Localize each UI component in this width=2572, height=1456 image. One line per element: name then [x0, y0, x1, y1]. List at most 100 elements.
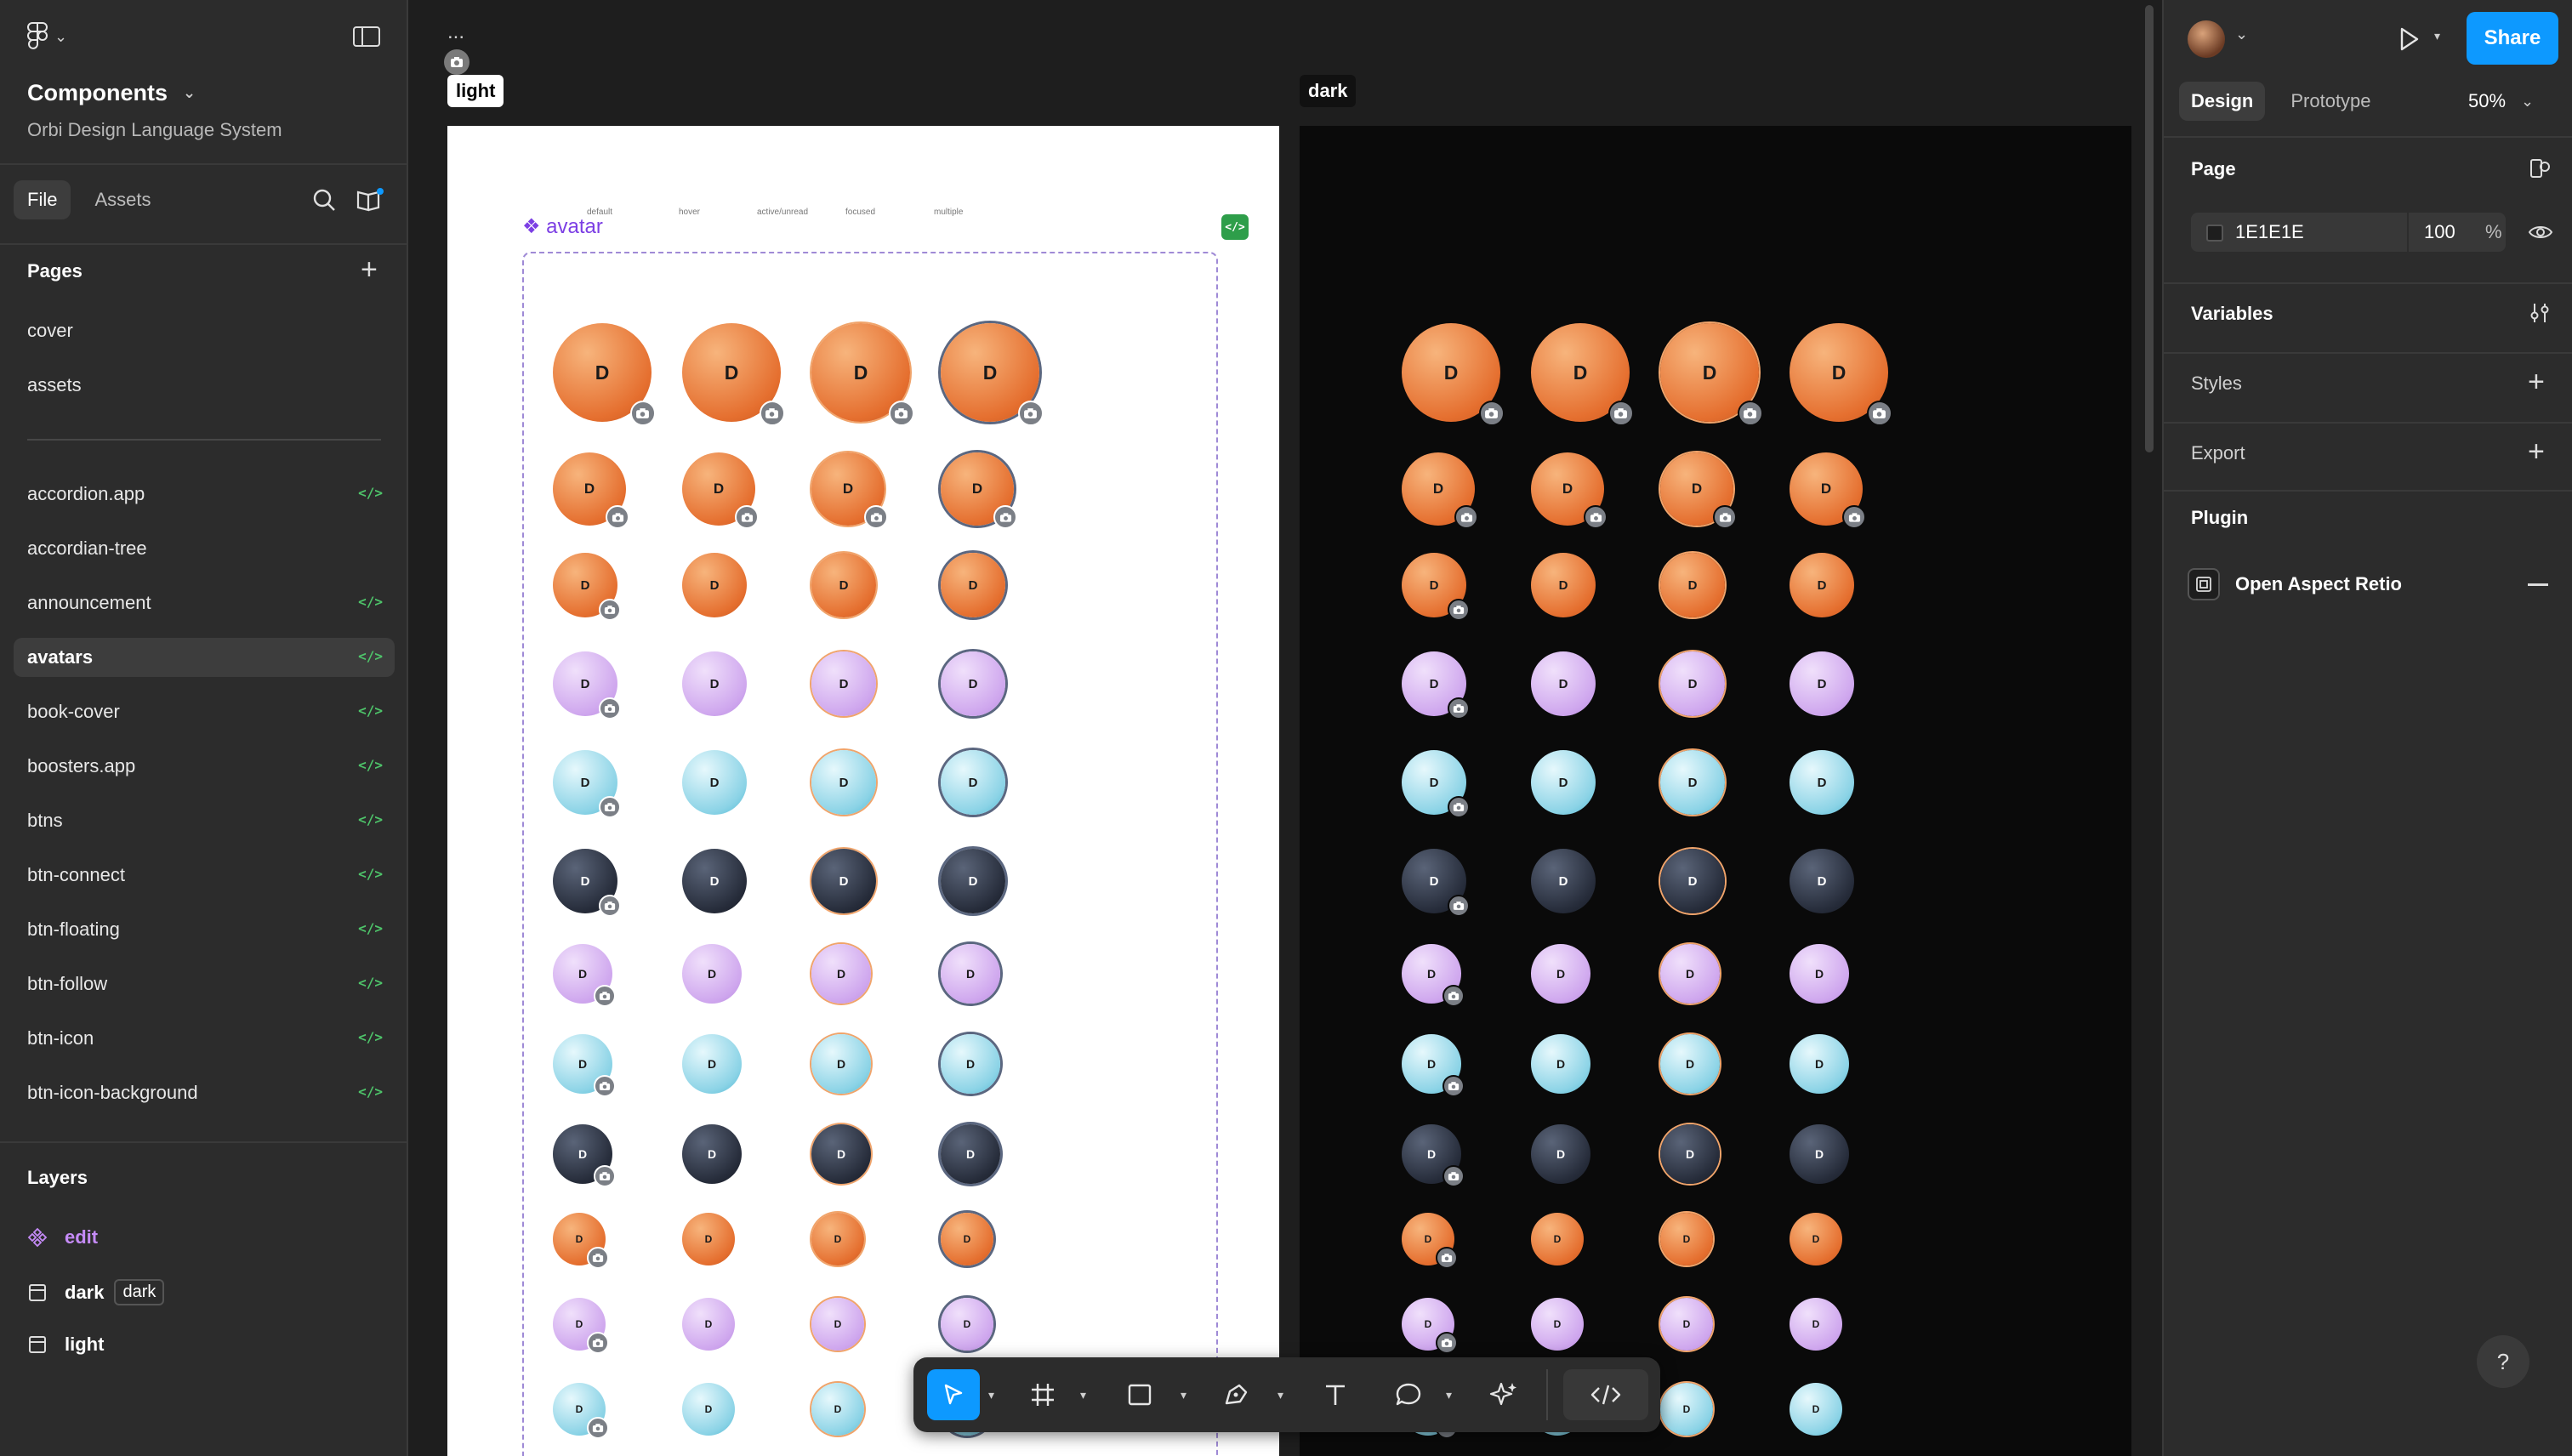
camera-icon[interactable] — [629, 400, 656, 426]
chevron-down-icon[interactable]: ▾ — [1080, 1388, 1086, 1402]
camera-icon[interactable] — [1442, 984, 1465, 1007]
avatar[interactable]: D — [811, 1213, 864, 1265]
camera-icon[interactable] — [1737, 400, 1763, 426]
camera-icon[interactable] — [1584, 505, 1608, 530]
avatar[interactable]: D — [682, 944, 742, 1004]
camera-icon[interactable] — [1017, 400, 1044, 426]
chevron-down-icon[interactable]: ▾ — [1446, 1388, 1452, 1402]
avatar[interactable]: D — [1660, 553, 1725, 617]
avatar[interactable]: D — [682, 1213, 735, 1265]
avatar[interactable]: D — [1531, 553, 1596, 617]
chevron-down-icon[interactable]: ⌄ — [2235, 26, 2248, 43]
avatar[interactable]: D — [1660, 651, 1725, 716]
avatar[interactable]: D — [811, 1034, 871, 1094]
camera-icon[interactable] — [1447, 598, 1470, 621]
present-button[interactable] — [2393, 24, 2424, 59]
camera-icon[interactable] — [1842, 505, 1867, 530]
page-style-icon[interactable] — [2528, 156, 2552, 180]
main-menu-button[interactable]: ⌄ — [27, 22, 67, 51]
camera-icon[interactable] — [598, 697, 621, 719]
avatar[interactable]: D — [811, 1298, 864, 1351]
avatar[interactable]: D — [1660, 1213, 1713, 1265]
avatar[interactable]: D — [1790, 849, 1854, 913]
camera-icon[interactable] — [1608, 400, 1634, 426]
camera-icon[interactable] — [598, 598, 621, 621]
camera-icon[interactable] — [1454, 505, 1479, 530]
canvas[interactable]: ... light dark default hover active/unre… — [410, 0, 2162, 1456]
avatar[interactable]: D — [682, 1383, 735, 1436]
chevron-down-icon[interactable]: ▾ — [988, 1388, 994, 1402]
avatar[interactable]: D — [941, 1124, 1000, 1184]
add-style-button[interactable]: + — [2528, 367, 2545, 396]
avatar[interactable]: D — [1660, 1034, 1720, 1094]
page-item-btn-follow[interactable]: btn-follow </> — [14, 964, 395, 1004]
shape-tool-button[interactable] — [1118, 1369, 1162, 1420]
avatar[interactable]: D — [941, 1034, 1000, 1094]
fill-hex-input[interactable]: 1E1E1E — [2235, 221, 2304, 243]
avatar[interactable]: D — [1531, 651, 1596, 716]
avatar[interactable]: D — [1790, 1034, 1849, 1094]
help-button[interactable]: ? — [2477, 1335, 2529, 1388]
avatar[interactable]: D — [1660, 1298, 1713, 1351]
camera-icon[interactable] — [586, 1331, 609, 1354]
avatar[interactable]: D — [682, 1034, 742, 1094]
avatar[interactable]: D — [811, 849, 876, 913]
page-item-assets[interactable]: assets — [14, 366, 395, 405]
avatar[interactable]: D — [1660, 1124, 1720, 1184]
canvas-scrollbar[interactable] — [2145, 5, 2154, 452]
page-item-announcement[interactable]: announcement </> — [14, 583, 395, 623]
camera-icon[interactable] — [1447, 795, 1470, 818]
page-item-btn-icon[interactable]: btn-icon </> — [14, 1019, 395, 1058]
avatar[interactable]: D — [941, 1213, 993, 1265]
light-frame[interactable]: default hover active/unread focused mult… — [447, 126, 1279, 1456]
avatar[interactable]: D — [1531, 1034, 1590, 1094]
layer-light[interactable]: light — [27, 1334, 104, 1356]
camera-icon[interactable] — [1478, 400, 1505, 426]
avatar[interactable]: D — [1531, 750, 1596, 815]
tab-prototype[interactable]: Prototype — [2279, 82, 2382, 121]
pen-tool-button[interactable] — [1215, 1369, 1259, 1420]
camera-icon[interactable] — [888, 400, 914, 426]
camera-icon[interactable] — [1435, 1331, 1458, 1354]
camera-icon[interactable] — [593, 1074, 616, 1097]
avatar[interactable]: D — [1660, 944, 1720, 1004]
avatar[interactable]: D — [1790, 1298, 1842, 1351]
tab-file[interactable]: File — [14, 180, 71, 219]
avatar[interactable]: D — [1531, 1213, 1584, 1265]
camera-icon[interactable] — [598, 894, 621, 917]
avatar[interactable]: D — [1790, 750, 1854, 815]
camera-icon[interactable] — [1866, 400, 1892, 426]
avatar[interactable]: D — [682, 849, 747, 913]
avatar[interactable]: D — [1660, 1383, 1713, 1436]
add-page-button[interactable]: + — [361, 255, 378, 284]
camera-icon[interactable] — [1447, 697, 1470, 719]
avatar[interactable]: D — [1660, 750, 1725, 815]
text-tool-button[interactable] — [1313, 1369, 1357, 1420]
page-item-avatars[interactable]: avatars </> — [14, 638, 395, 677]
avatar[interactable]: D — [941, 750, 1005, 815]
avatar[interactable]: D — [1531, 849, 1596, 913]
file-title[interactable]: Components ⌄ — [27, 80, 196, 106]
plugin-item[interactable]: Open Aspect Retio — [2188, 568, 2402, 600]
avatar[interactable]: D — [941, 553, 1005, 617]
avatar[interactable]: D — [682, 553, 747, 617]
comment-tool-button[interactable] — [1386, 1369, 1431, 1420]
avatar[interactable]: D — [941, 849, 1005, 913]
chevron-down-icon[interactable]: ▾ — [2434, 29, 2440, 43]
sidebar-toggle-icon[interactable] — [352, 26, 381, 52]
avatar[interactable]: D — [941, 944, 1000, 1004]
avatar[interactable]: D — [811, 1124, 871, 1184]
chevron-down-icon[interactable]: ▾ — [1277, 1388, 1283, 1402]
camera-icon[interactable] — [593, 984, 616, 1007]
page-item-btn-icon-background[interactable]: btn-icon-background </> — [14, 1073, 395, 1112]
chevron-down-icon[interactable]: ▾ — [1181, 1388, 1186, 1402]
camera-icon[interactable] — [586, 1416, 609, 1439]
share-button[interactable]: Share — [2467, 12, 2558, 65]
camera-icon[interactable] — [593, 1164, 616, 1187]
avatar[interactable]: D — [811, 651, 876, 716]
frame-tool-button[interactable] — [1021, 1369, 1065, 1420]
page-fill-row[interactable]: 1E1E1E 100 % — [2191, 213, 2506, 252]
avatar[interactable]: D — [682, 1298, 735, 1351]
avatar[interactable]: D — [1790, 1124, 1849, 1184]
layer-dark[interactable]: dark dark — [27, 1279, 165, 1305]
